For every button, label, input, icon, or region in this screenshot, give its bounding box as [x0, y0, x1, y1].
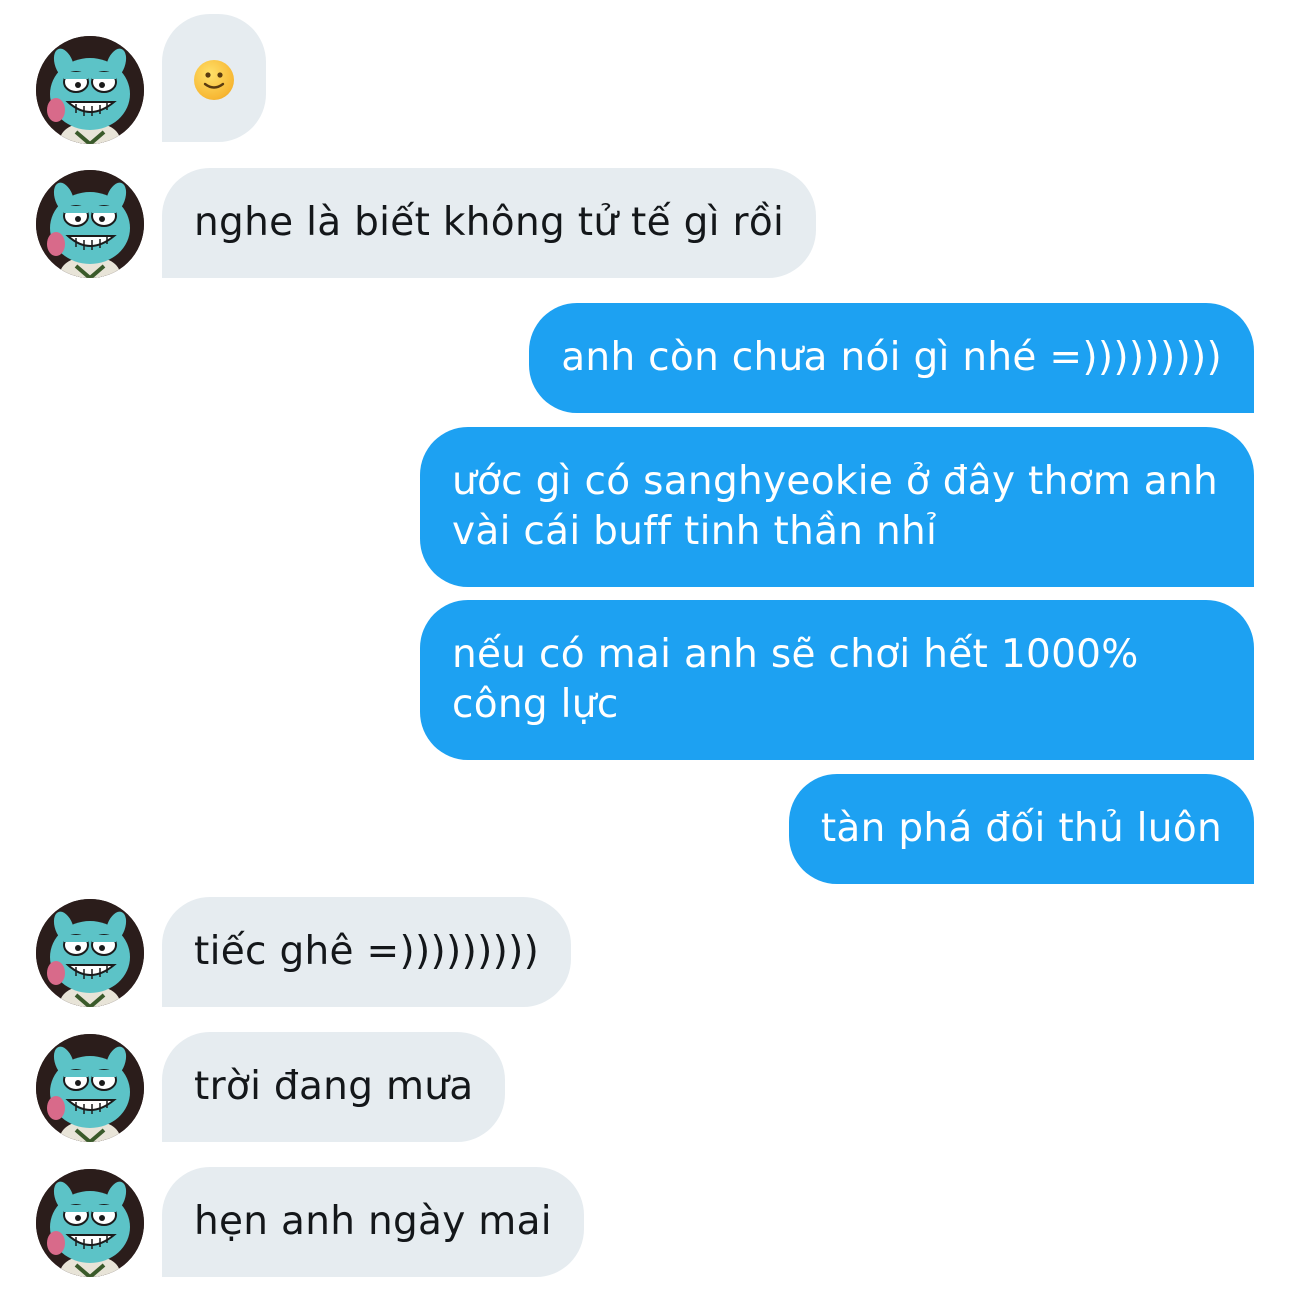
gumball-avatar-icon [36, 1034, 144, 1142]
contact-avatar[interactable] [36, 36, 144, 144]
message-bubble-outgoing[interactable]: nếu có mai anh sẽ chơi hết 1000% công lự… [420, 600, 1254, 760]
message-text: trời đang mưa [194, 1064, 474, 1109]
message-bubble-incoming[interactable] [162, 14, 266, 142]
contact-avatar[interactable] [36, 1169, 144, 1277]
message-text: nếu có mai anh sẽ chơi hết 1000% công lự… [452, 632, 1139, 727]
message-text: tàn phá đối thủ luôn [820, 806, 1222, 851]
message-bubble-outgoing[interactable]: tàn phá đối thủ luôn [788, 774, 1254, 884]
message-bubble-incoming[interactable]: trời đang mưa [162, 1032, 506, 1142]
gumball-avatar-icon [36, 36, 144, 144]
message-bubble-incoming[interactable]: hẹn anh ngày mai [162, 1167, 584, 1277]
message-text: nghe là biết không tử tế gì rồi [194, 200, 785, 245]
message-bubble-incoming[interactable]: tiếc ghê =))))))))) [162, 897, 572, 1007]
message-bubble-incoming[interactable]: nghe là biết không tử tế gì rồi [162, 168, 817, 278]
message-bubble-outgoing[interactable]: anh còn chưa nói gì nhé =))))))))) [529, 303, 1254, 413]
contact-avatar[interactable] [36, 899, 144, 1007]
gumball-avatar-icon [36, 170, 144, 278]
message-text: anh còn chưa nói gì nhé =))))))))) [561, 335, 1222, 380]
contact-avatar[interactable] [36, 170, 144, 278]
gumball-avatar-icon [36, 1169, 144, 1277]
message-bubble-outgoing[interactable]: ước gì có sanghyeokie ở đây thơm anh vài… [420, 427, 1254, 587]
contact-avatar[interactable] [36, 1034, 144, 1142]
message-text: hẹn anh ngày mai [194, 1199, 552, 1244]
message-text: tiếc ghê =))))))))) [194, 929, 540, 974]
gumball-avatar-icon [36, 899, 144, 1007]
slightly-smiling-face-icon [194, 59, 234, 100]
message-text: ước gì có sanghyeokie ở đây thơm anh vài… [452, 459, 1219, 554]
